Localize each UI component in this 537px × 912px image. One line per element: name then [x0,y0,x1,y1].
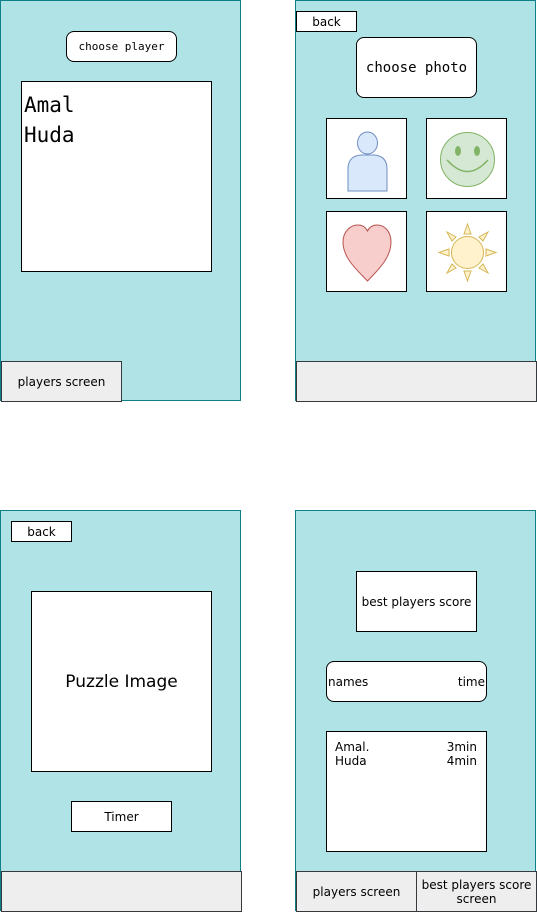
score-name: Huda [335,754,367,768]
tab-players-screen[interactable]: players screen [296,871,417,912]
score-time: 3min [446,740,477,754]
photo-option-heart[interactable] [326,211,407,292]
header-names: names [328,674,369,689]
person-icon [347,131,388,192]
smiley-icon [440,132,495,187]
tab-players-screen[interactable]: players screen [1,361,122,402]
choose-photo-screen: back choose photo [295,0,537,402]
back-button[interactable]: back [11,521,72,542]
tab-bar [296,361,537,402]
tab-best-scores-screen[interactable]: best players score screen [416,871,537,912]
puzzle-image[interactable]: Puzzle Image [31,591,212,772]
best-scores-title: best players score [356,571,477,632]
timer-display: Timer [71,801,172,832]
photo-option-sun[interactable] [426,211,507,292]
scores-header: names time [326,661,487,702]
back-button[interactable]: back [296,11,357,32]
photo-option-smiley[interactable] [426,118,507,199]
photo-option-person[interactable] [326,118,407,199]
header-time: time [457,674,485,689]
players-list: Amal Huda [21,81,212,272]
score-time: 4min [446,754,477,768]
puzzle-screen: back Puzzle Image Timer [0,510,242,912]
player-list-item[interactable]: Huda [24,120,211,150]
player-list-item[interactable]: Amal [24,90,211,120]
choose-player-button[interactable]: choose player [66,31,177,62]
sun-icon [437,222,498,283]
best-scores-screen: best players score names time Amal. 3min… [295,510,537,912]
tab-bar [1,871,242,912]
score-name: Amal. [335,740,370,754]
players-screen: choose player Amal Huda players screen [0,0,241,402]
score-row: Amal. 3min [335,740,477,754]
score-row: Huda 4min [335,754,477,768]
choose-photo-button[interactable]: choose photo [356,37,477,98]
scores-list: Amal. 3min Huda 4min [326,731,487,852]
heart-icon [342,224,392,282]
